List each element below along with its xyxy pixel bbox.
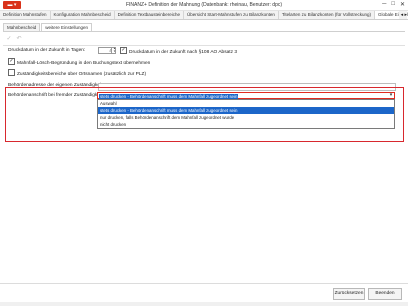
save-icon[interactable]: ✓ [5,35,13,43]
druckdatum-ao-checkbox[interactable]: ✓ [120,47,127,54]
maximize-icon[interactable]: □ [391,1,395,9]
subtab-mahnbescheid[interactable]: Mahnbescheid [3,23,41,31]
window-title: FINANZ+ Definition der Mahnung (Datenban… [125,2,283,8]
footer-divider [0,283,408,284]
title-bar: ▬ ▾ FINANZ+ Definition der Mahnung (Date… [0,0,408,11]
tab-scroll-arrows-icon[interactable]: ◂ ▸ [398,11,407,19]
window-controls: ─ □ ✕ [382,1,405,9]
druckdatum-ao-checkbox-row[interactable]: ✓ Druckdatum in der Zukunft nach §108 AO … [120,47,237,55]
mahnfall-label: Mahnfall-Lösch-Begründung in den Buchung… [17,60,151,66]
chevron-down-icon[interactable]: ▾ [388,93,394,98]
undo-icon[interactable]: ↶ [15,35,23,43]
close-button[interactable]: Beenden [368,288,402,300]
fremde-zustaendigkeit-dropdown: Auswahl stets drucken - Behördenanschrif… [97,99,395,129]
sub-tab-bar: Mahnbescheid weitere Einstellungen [3,23,405,32]
tab-konfiguration-mahnbescheid[interactable]: Konfiguration Mahnbescheid [51,11,115,19]
dropdown-option-nicht-drucken[interactable]: nicht drucken [98,121,394,128]
mahnfall-checkbox-row[interactable]: ✓ Mahnfall-Lösch-Begründung in den Buchun… [8,58,151,66]
tab-start-mahnstufen[interactable]: Übersicht Start-Mahnstufen zu Bilanzkont… [184,11,279,19]
close-icon[interactable]: ✕ [400,1,405,9]
druckdatum-ao-label: Druckdatum in der Zukunft nach §108 AO A… [129,49,237,55]
spin-arrows-icon[interactable]: ▴ ▾ [111,47,117,54]
dropdown-option-auswahl[interactable]: Auswahl [98,100,394,107]
tab-textbausteinbereiche[interactable]: Definition Textbausteinbereiche [115,11,185,19]
subtab-weitere-einstellungen[interactable]: weitere Einstellungen [41,23,93,31]
tab-titelarten[interactable]: Titelarten zu Bilanzkonten (für Vollstre… [279,11,375,19]
mahnfall-checkbox[interactable]: ✓ [8,58,15,65]
reset-button[interactable]: Zurücksetzen [333,288,365,300]
zustaendigkeit-checkbox[interactable] [8,69,15,76]
fremde-zustaendigkeit-label: Behördenanschrift bei fremder Zuständigk… [8,93,104,98]
main-tab-bar: Definition Mahnstufen Konfiguration Mahn… [0,11,408,20]
tab-definition-mahnstufen[interactable]: Definition Mahnstufen [0,11,51,19]
status-bar [0,302,408,306]
druckdatum-label: Druckdatum in der Zukunft in Tagen: [8,48,86,53]
toolbar: ✓ ↶ [3,34,405,46]
dropdown-option-stets-drucken[interactable]: stets drucken - Behördenanschrift muss d… [98,107,394,114]
zustaendigkeit-label: Zuständigkeitsbereiche über Ortsnamen (z… [17,71,147,77]
minimize-icon[interactable]: ─ [382,1,386,9]
dropdown-option-nur-drucken[interactable]: nur drucken, falls Behördenanschrift dem… [98,114,394,121]
fremde-zustaendigkeit-select[interactable]: stets drucken - Behördenanschrift muss d… [97,92,395,99]
zustaendigkeit-checkbox-row[interactable]: Zuständigkeitsbereiche über Ortsnamen (z… [8,69,147,77]
